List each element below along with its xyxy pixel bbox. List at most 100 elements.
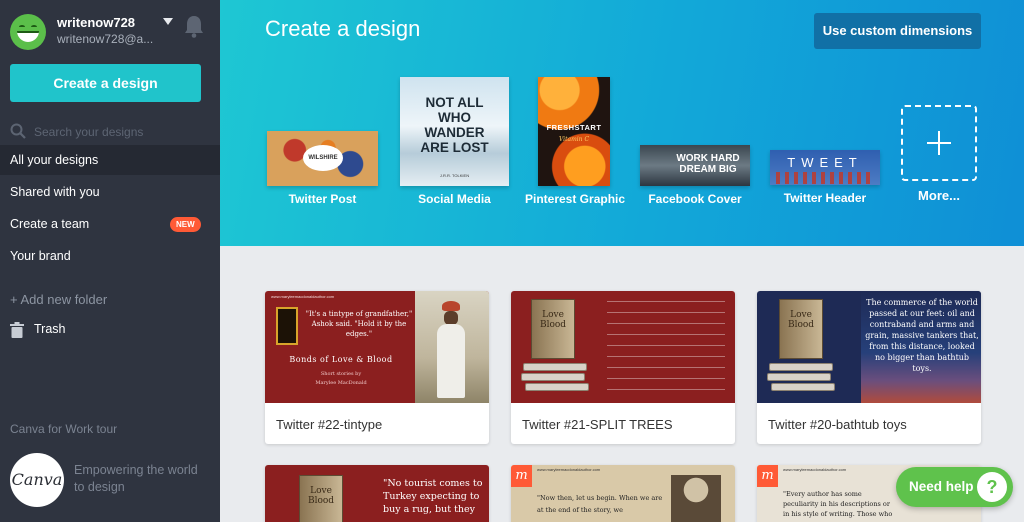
template-social-media[interactable]: NOT ALL WHO WANDER ARE LOST J.R.R. TOLKI… xyxy=(400,77,509,213)
canva-tagline: Empowering the world to design xyxy=(74,463,198,494)
book-stack xyxy=(521,373,585,381)
design-thumbnail: m www.maryleemacdonaldauthor.com "Now th… xyxy=(511,465,735,522)
thumb-text: WORK HARD DREAM BIG xyxy=(676,153,740,175)
design-quote: "Every author has some peculiarity in hi… xyxy=(783,490,893,518)
book-stack xyxy=(767,373,831,381)
avatar-smile xyxy=(17,31,39,42)
thumb-text: TWEET xyxy=(787,155,863,170)
nav-label: All your designs xyxy=(10,153,99,167)
template-thumbnail: WILSHIRE xyxy=(267,131,378,186)
book-cover-icon: Love Blood xyxy=(299,475,343,522)
plus-icon xyxy=(938,131,940,155)
search-input[interactable] xyxy=(34,122,204,142)
template-label: Pinterest Graphic xyxy=(525,192,626,206)
nav-create-team[interactable]: Create a team NEW xyxy=(0,209,220,239)
new-badge: NEW xyxy=(170,217,201,232)
template-thumbnail: TWEET xyxy=(770,150,880,185)
book-stack xyxy=(769,363,833,371)
design-card[interactable]: m www.maryleemacdonaldauthor.com "Now th… xyxy=(511,465,735,522)
bell-icon[interactable] xyxy=(183,14,205,38)
design-quote: The commerce of the world passed at our … xyxy=(865,298,979,373)
user-email: writenow728@a... xyxy=(57,32,154,46)
book-cover-icon: Love Blood xyxy=(779,299,823,359)
design-title: Twitter #22-tintype xyxy=(276,417,383,432)
template-label: Twitter Header xyxy=(783,191,867,205)
create-design-button[interactable]: Create a design xyxy=(10,64,201,102)
book-title: Love Blood xyxy=(539,310,567,330)
more-templates-label[interactable]: More... xyxy=(901,188,977,203)
thumb-text: NOT ALL WHO WANDER ARE LOST xyxy=(420,95,489,155)
m-logo-icon: m xyxy=(511,465,532,487)
trash-label: Trash xyxy=(34,322,66,336)
tour-link[interactable]: Canva for Work tour xyxy=(10,422,117,436)
design-author: Marylee MacDonald xyxy=(315,380,367,386)
design-subtitle: Short stories by xyxy=(320,371,362,377)
design-thumbnail: www.maryleemacdonaldauthor.com "It's a t… xyxy=(265,291,489,403)
thumb-subtext: Vitamin C xyxy=(558,136,590,143)
book-title: Love Blood xyxy=(307,486,335,506)
design-card[interactable]: Love Blood The commerce of the world pas… xyxy=(757,291,981,444)
template-thumbnail: FRESHSTART Vitamin C xyxy=(538,77,610,186)
avatar-eye xyxy=(19,25,25,29)
nav-label: Create a team xyxy=(10,217,90,231)
more-templates-button[interactable] xyxy=(901,105,977,181)
question-icon: ? xyxy=(977,472,1007,502)
design-card[interactable]: www.maryleemacdonaldauthor.com "It's a t… xyxy=(265,291,489,444)
template-thumbnail: NOT ALL WHO WANDER ARE LOST J.R.R. TOLKI… xyxy=(400,77,509,186)
design-quote: "Now then, let us begin. When we are at … xyxy=(537,494,663,514)
thumb-subtext: J.R.R. TOLKIEN xyxy=(439,173,470,178)
design-title: Twitter #20-bathtub toys xyxy=(768,417,907,432)
custom-dimensions-button[interactable]: Use custom dimensions xyxy=(814,13,981,49)
thumb-decoration xyxy=(776,172,874,184)
nav-your-brand[interactable]: Your brand xyxy=(0,241,220,271)
nav-all-designs[interactable]: All your designs xyxy=(0,145,220,175)
portrait-photo xyxy=(671,475,721,522)
search-bar xyxy=(10,122,210,142)
template-facebook-cover[interactable]: WORK HARD DREAM BIG Facebook Cover xyxy=(638,145,752,213)
create-design-panel: Create a design Use custom dimensions WI… xyxy=(220,0,1024,246)
avatar-eye xyxy=(31,25,37,29)
book-title: Love Blood xyxy=(787,310,815,330)
book-stack xyxy=(525,383,589,391)
nav-label: Shared with you xyxy=(10,185,100,199)
page-title: Create a design xyxy=(265,16,421,41)
nav-label: Your brand xyxy=(10,249,71,263)
design-title: Twitter #21-SPLIT TREES xyxy=(522,417,673,432)
book-cover-icon xyxy=(276,307,298,345)
chevron-down-icon[interactable] xyxy=(163,18,173,25)
design-url: www.maryleemacdonaldauthor.com xyxy=(271,294,335,299)
template-pinterest-graphic[interactable]: FRESHSTART Vitamin C Pinterest Graphic xyxy=(525,77,626,213)
design-book-title: Bonds of Love & Blood xyxy=(289,355,393,364)
trash-icon xyxy=(10,322,24,338)
book-stack xyxy=(523,363,587,371)
add-folder-link[interactable]: + Add new folder xyxy=(10,292,107,307)
template-label: Facebook Cover xyxy=(648,192,742,206)
user-name: writenow728 xyxy=(57,15,136,30)
canva-logo: Canva xyxy=(10,453,64,507)
template-twitter-header[interactable]: TWEET Twitter Header xyxy=(768,150,882,213)
design-card[interactable]: Love Blood Twitter #21-SPLIT TREES xyxy=(511,291,735,444)
need-help-button[interactable]: Need help ? xyxy=(896,467,1013,507)
design-card[interactable]: Love Blood "No tourist comes to Turkey e… xyxy=(265,465,489,522)
design-url: www.maryleemacdonaldauthor.com xyxy=(537,467,601,472)
avatar[interactable] xyxy=(10,14,46,50)
design-thumbnail: Love Blood The commerce of the world pas… xyxy=(757,291,981,403)
design-quote: "No tourist comes to Turkey expecting to… xyxy=(383,478,483,515)
search-icon xyxy=(10,123,26,139)
template-label: Social Media xyxy=(418,192,491,206)
template-thumbnail: WORK HARD DREAM BIG xyxy=(640,145,750,186)
thumb-text: FRESHSTART xyxy=(546,123,602,132)
book-stack xyxy=(771,383,835,391)
template-twitter-post[interactable]: WILSHIRE Twitter Post xyxy=(267,131,378,213)
thumb-text: WILSHIRE xyxy=(303,145,343,171)
design-url: www.maryleemacdonaldauthor.com xyxy=(783,467,847,472)
template-label: Twitter Post xyxy=(288,192,357,206)
design-thumbnail: "No tourist comes to Turkey expecting to… xyxy=(377,465,489,522)
vintage-photo xyxy=(415,291,489,403)
design-thumbnail: Love Blood xyxy=(265,465,377,522)
design-quote: "It's a tintype of grandfather," Ashok s… xyxy=(305,310,413,338)
nav-shared-with-you[interactable]: Shared with you xyxy=(0,177,220,207)
user-menu[interactable]: writenow728 writenow728@a... xyxy=(10,12,215,52)
m-logo-icon: m xyxy=(757,465,778,487)
book-cover-icon: Love Blood xyxy=(531,299,575,359)
